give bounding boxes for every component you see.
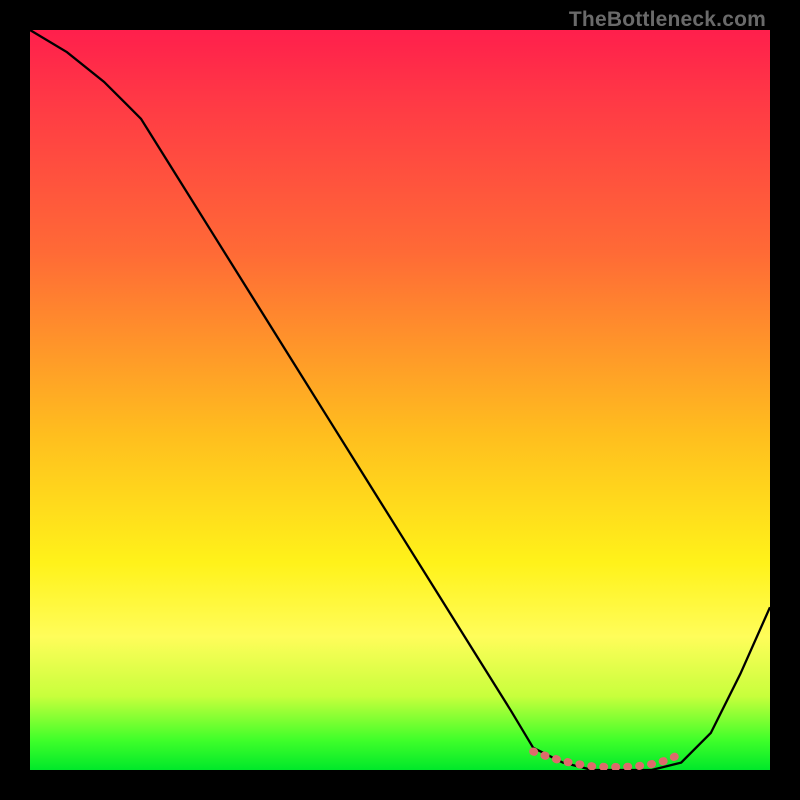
- watermark-text: TheBottleneck.com: [569, 8, 766, 32]
- chart-outer-frame: TheBottleneck.com: [0, 0, 800, 800]
- chart-plot-area: [30, 30, 770, 770]
- chart-svg: [30, 30, 770, 770]
- optimal-range-marker-line: [533, 752, 681, 768]
- bottleneck-curve-line: [30, 30, 770, 770]
